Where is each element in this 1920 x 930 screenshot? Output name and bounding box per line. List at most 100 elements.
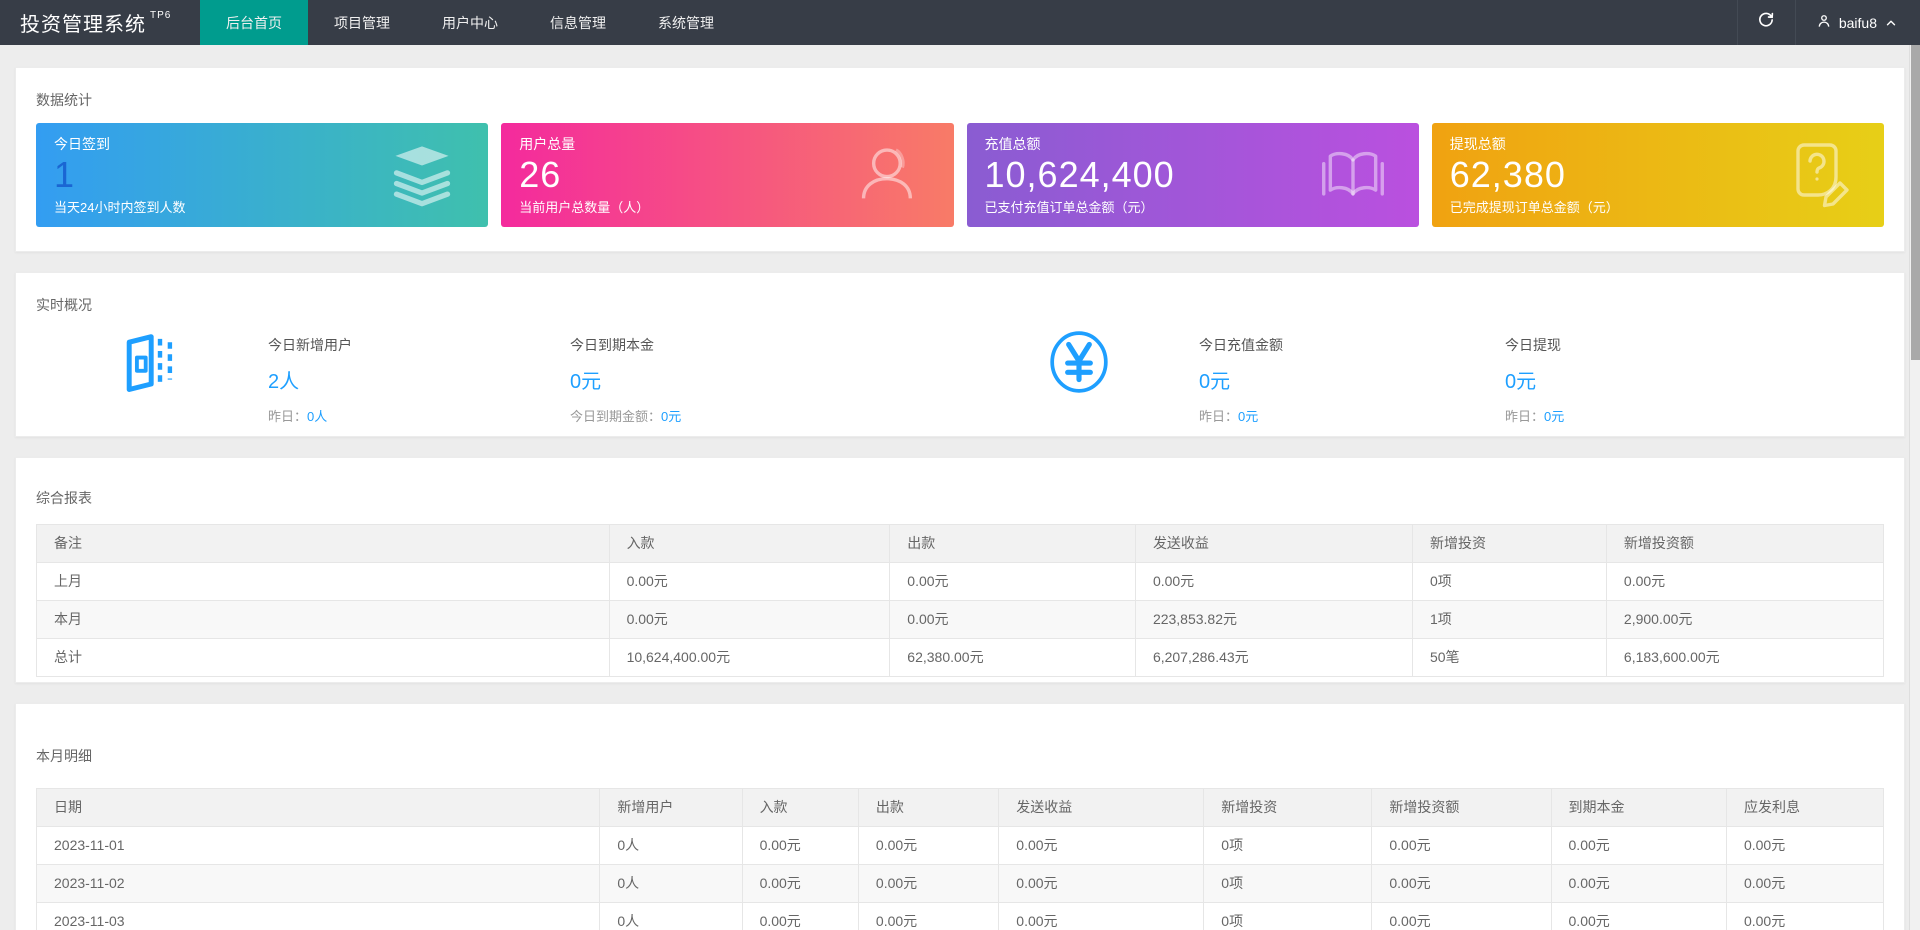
table-cell: 0.00元 [889,562,1136,601]
metric-label: 今日新增用户 [268,337,352,353]
table-row: 本月 0.00元 0.00元 223,853.82元 1项 2,900.00元 [36,600,1885,639]
table-cell: 0项 [1203,864,1373,903]
table-cell: 2023-11-03 [35,902,601,930]
stat-card-desc: 当前用户总数量（人） [519,200,650,215]
column-header: 出款 [889,524,1136,563]
table-cell: 上月 [36,562,610,601]
table-cell: 62,380.00元 [889,638,1136,677]
metric-value: 0元 [570,371,602,393]
table-cell: 2023-11-01 [35,826,601,865]
nav-item-2[interactable]: 用户中心 [416,0,524,45]
detail-header-row: 日期 新增用户 入款 出款 发送收益 新增投资 新增投资额 到期本金 应发利息 [35,788,1885,827]
table-cell: 0人 [599,826,743,865]
table-cell: 0.00元 [1371,826,1552,865]
nav-item-3[interactable]: 信息管理 [524,0,632,45]
refresh-button[interactable] [1736,0,1795,45]
column-header: 新增投资额 [1371,788,1552,827]
app-version: TP6 [150,10,172,21]
detail-panel: 本月明细 日期 新增用户 入款 出款 发送收益 新增投资 新增投资额 到期本金 应发利息 202… [15,703,1905,930]
user-menu[interactable]: baifu8 [1794,0,1920,45]
column-header: 新增投资额 [1605,524,1885,563]
page-scrollbar-thumb[interactable] [1911,45,1920,360]
nav-item-1[interactable]: 项目管理 [308,0,416,45]
table-cell: 0.00元 [1725,902,1885,930]
column-header: 发送收益 [1134,524,1413,563]
table-cell: 0.00元 [857,826,1000,865]
overview-panel-title: 实时概况 [36,297,92,313]
table-cell: 0.00元 [1605,562,1885,601]
report-table: 备注 入款 出款 发送收益 新增投资 新增投资额 上月 0.00元 0.00元 0.00元 0项 0… [36,524,1885,677]
report-table-body: 上月 0.00元 0.00元 0.00元 0项 0.00元 本月 0.00元 0.00元 223,… [36,562,1885,677]
user-icon [854,141,922,209]
stat-card-desc: 已支付充值订单总金额（元） [984,200,1154,215]
user-icon [1816,13,1832,32]
column-header: 入款 [741,788,859,827]
table-row: 总计 10,624,400.00元 62,380.00元 6,207,286.43元 5… [36,638,1885,677]
metric-value: 2人 [268,371,300,393]
table-cell: 0.00元 [1134,562,1413,601]
table-row: 2023-11-01 0人 0.00元 0.00元 0.00元 0项 0.00元 0.00元 0… [35,826,1885,865]
table-cell: 223,853.82元 [1134,600,1413,639]
metric-value: 0元 [1199,371,1231,393]
metric-sub: 昨日：0元 [1199,409,1259,424]
table-cell: 0.00元 [741,826,859,865]
stat-card-desc: 当天24小时内签到人数 [54,200,186,215]
report-header-row: 备注 入款 出款 发送收益 新增投资 新增投资额 [36,524,1885,563]
table-cell: 10,624,400.00元 [608,638,891,677]
stats-panel-title: 数据统计 [36,92,92,108]
stat-card-0: 今日签到 1 当天24小时内签到人数 [36,123,489,227]
table-row: 2023-11-03 0人 0.00元 0.00元 0.00元 0项 0.00元 0.00元 0… [35,902,1885,930]
table-cell: 0项 [1203,902,1373,930]
book-icon [1319,141,1387,209]
column-header: 到期本金 [1550,788,1727,827]
column-header: 应发利息 [1725,788,1885,827]
table-row: 2023-11-02 0人 0.00元 0.00元 0.00元 0项 0.00元 0.00元 0… [35,864,1885,903]
stat-card-3: 提现总额 62,380 已完成提现订单总金额（元） [1431,123,1884,227]
table-cell: 1项 [1411,600,1607,639]
table-cell: 0.00元 [1550,864,1727,903]
app-title: 投资管理系统 [20,14,146,36]
overview-panel: 实时概况 今日新增用户 2人 昨日：0人 今日到期本金 0元 今日到期金额：0元 今日充值金… [15,272,1905,437]
page-scrollbar-track[interactable] [1909,45,1920,930]
table-cell: 0.00元 [741,864,859,903]
layers-icon [388,141,456,209]
table-cell: 0.00元 [741,902,859,930]
table-cell: 0.00元 [1550,826,1727,865]
table-cell: 0.00元 [998,902,1205,930]
table-cell: 本月 [36,600,610,639]
metric-sub: 今日到期金额：0元 [570,409,682,424]
metric-label: 今日充值金额 [1199,337,1283,353]
yen-circle-icon [1046,329,1112,395]
metric-label: 今日到期本金 [570,337,654,353]
doc-question-icon [1784,141,1852,209]
nav-item-0[interactable]: 后台首页 [200,0,308,45]
metric-label: 今日提现 [1505,337,1561,353]
table-cell: 0.00元 [1725,826,1885,865]
stat-cards-row: 今日签到 1 当天24小时内签到人数 用户总量 26 当前用户总数量（人） 充值总额 10,6… [16,123,1904,227]
table-cell: 0.00元 [857,864,1000,903]
nav-item-4[interactable]: 系统管理 [632,0,740,45]
report-panel-title: 综合报表 [36,490,92,506]
column-header: 备注 [36,524,610,563]
metric-value: 0元 [1505,371,1537,393]
table-cell: 0项 [1411,562,1607,601]
table-cell: 6,207,286.43元 [1134,638,1413,677]
stats-panel: 数据统计 今日签到 1 当天24小时内签到人数 用户总量 26 当前用户总数量（人） 充值总… [15,67,1905,252]
table-cell: 50笔 [1411,638,1607,677]
overview-metric-0: 今日新增用户 2人 昨日：0人 [268,335,352,425]
table-cell: 0.00元 [889,600,1136,639]
refresh-icon [1757,11,1775,34]
chevron-up-icon [1884,16,1898,30]
username: baifu8 [1838,14,1877,31]
column-header: 新增投资 [1203,788,1373,827]
table-cell: 2,900.00元 [1605,600,1885,639]
column-header: 日期 [35,788,601,827]
app-logo: 投资管理系统 TP6 [0,0,200,45]
table-cell: 0.00元 [998,864,1205,903]
table-cell: 0.00元 [1371,902,1552,930]
overview-metric-3: 今日提现 0元昨日：0元 [1505,335,1564,425]
metric-sub: 昨日：0元 [1505,409,1565,424]
column-header: 发送收益 [998,788,1205,827]
report-panel: 综合报表 备注 入款 出款 发送收益 新增投资 新增投资额 上月 0.00元 0.00元 0.0… [15,457,1905,683]
table-cell: 0.00元 [998,826,1205,865]
